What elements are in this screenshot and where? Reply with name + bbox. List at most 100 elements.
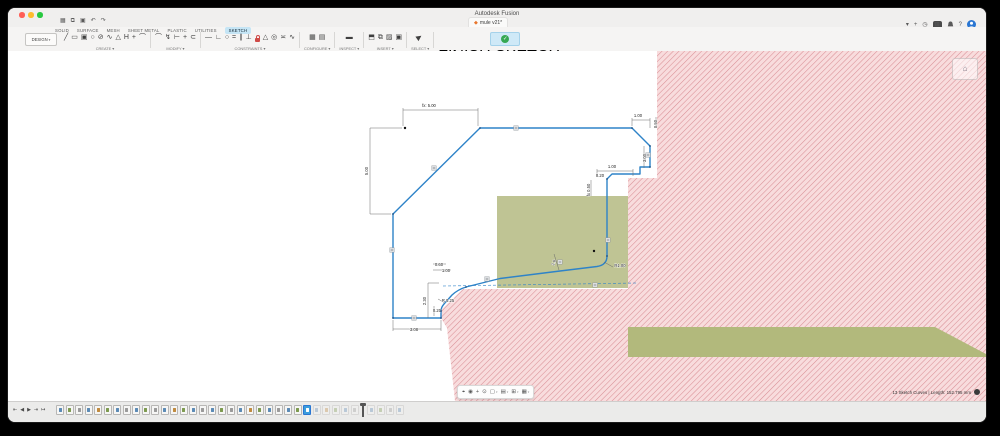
timeline-feature-icon[interactable] bbox=[104, 405, 112, 415]
timeline-feature-icon[interactable] bbox=[377, 405, 385, 415]
timeline-feature-icon[interactable] bbox=[246, 405, 254, 415]
configure-table-icon[interactable]: ▦ bbox=[309, 33, 316, 43]
sketch-point[interactable] bbox=[606, 255, 608, 257]
timeline-feature-icon[interactable] bbox=[341, 405, 349, 415]
timeline-feature-icon[interactable] bbox=[237, 405, 245, 415]
spline-icon[interactable]: ∿ bbox=[107, 33, 113, 43]
sketch-point[interactable] bbox=[440, 317, 442, 319]
timeline-feature-icon[interactable] bbox=[386, 405, 394, 415]
horizontal-vertical-constraint-icon[interactable]: ― bbox=[205, 33, 212, 43]
center-rectangle-icon[interactable]: ▣ bbox=[81, 33, 88, 43]
mirror-icon[interactable]: △ bbox=[115, 33, 120, 43]
timeline-feature-icon[interactable] bbox=[189, 405, 197, 415]
symmetry-constraint-icon[interactable]: ≍ bbox=[280, 33, 286, 43]
timeline-feature-icon[interactable] bbox=[151, 405, 159, 415]
redo-icon[interactable]: ↷ bbox=[101, 18, 106, 25]
dimension-label[interactable]: 3.08 bbox=[410, 327, 419, 332]
group-label-constraints[interactable]: CONSTRAINTS ▾ bbox=[235, 46, 266, 51]
timeline-feature-icon[interactable] bbox=[256, 405, 264, 415]
slot-icon[interactable]: H bbox=[124, 33, 129, 43]
dimension-label[interactable]: 0.50 bbox=[653, 119, 658, 128]
timeline-feature-icon[interactable] bbox=[332, 405, 340, 415]
timeline-feature-icon[interactable] bbox=[303, 405, 311, 415]
timeline-feature-icon[interactable] bbox=[132, 405, 140, 415]
go-to-start-icon[interactable]: ⇤ bbox=[13, 406, 17, 414]
timeline-feature-icon[interactable] bbox=[227, 405, 235, 415]
grid-settings-icon[interactable]: ⊞ bbox=[511, 387, 516, 397]
viewcube[interactable]: ⌂ bbox=[952, 58, 978, 80]
sketch-point[interactable] bbox=[649, 166, 651, 168]
viewport-canvas[interactable]: fx: 5.005.001.000.503.001.000.20fx 0.502… bbox=[8, 51, 986, 401]
timeline-feature-icon[interactable] bbox=[313, 405, 321, 415]
file-icon[interactable]: ⧉ bbox=[71, 18, 75, 25]
chevron-down-icon[interactable]: ▾ bbox=[517, 390, 519, 394]
timeline-feature-icon[interactable] bbox=[275, 405, 283, 415]
curvature-constraint-icon[interactable]: ∿ bbox=[289, 33, 295, 43]
group-label-inspect[interactable]: INSPECT ▾ bbox=[339, 46, 359, 51]
concentric-constraint-icon[interactable]: ◎ bbox=[271, 33, 277, 43]
timeline-feature-icon[interactable] bbox=[123, 405, 131, 415]
timeline-feature-icon[interactable] bbox=[94, 405, 102, 415]
sketch-point[interactable] bbox=[606, 178, 608, 180]
timeline-feature-icon[interactable] bbox=[142, 405, 150, 415]
coincident-constraint-icon[interactable]: ∟ bbox=[215, 33, 222, 43]
dimension-label[interactable]: R1.00 bbox=[614, 263, 626, 268]
sketch-point[interactable] bbox=[649, 145, 651, 147]
dimension-label[interactable]: 1.00 bbox=[608, 164, 617, 169]
dimension-label[interactable]: fx 0.50 bbox=[586, 183, 591, 196]
zoom-icon[interactable]: ⊙ bbox=[482, 387, 487, 397]
timeline-feature-icon[interactable] bbox=[170, 405, 178, 415]
dimension-label[interactable]: 0.60 bbox=[435, 262, 444, 267]
insert-derive-icon[interactable]: ⬒ bbox=[368, 33, 375, 43]
extend-icon[interactable]: ⊢ bbox=[174, 33, 180, 43]
timeline-feature-icon[interactable] bbox=[208, 405, 216, 415]
rectangle-icon[interactable]: ▭ bbox=[71, 33, 78, 43]
timeline-feature-icon[interactable] bbox=[199, 405, 207, 415]
dimension-label[interactable]: 5.00 bbox=[364, 166, 369, 175]
group-label-modify[interactable]: MODIFY ▾ bbox=[166, 46, 184, 51]
dimension-label[interactable]: R 0.25 bbox=[442, 298, 455, 303]
timeline-feature-icon[interactable] bbox=[113, 405, 121, 415]
app-grid-icon[interactable]: ▦ bbox=[60, 18, 66, 25]
timeline-scrubber[interactable] bbox=[362, 404, 364, 417]
dimension-label[interactable]: 0.20 bbox=[596, 173, 605, 178]
fit-icon[interactable]: ▢ bbox=[490, 387, 495, 397]
sketch-fixed-point[interactable] bbox=[593, 250, 595, 252]
timeline-feature-icon[interactable] bbox=[351, 405, 359, 415]
sketch-point[interactable] bbox=[631, 127, 633, 129]
play-icon[interactable]: ▶ bbox=[27, 406, 31, 414]
ellipse-icon[interactable]: ⊘ bbox=[98, 33, 104, 43]
fillet-icon[interactable]: ⌒ bbox=[155, 33, 162, 43]
dimension-label[interactable]: fx: 5.00 bbox=[422, 103, 436, 108]
pan-icon[interactable]: + bbox=[476, 387, 479, 397]
break-icon[interactable]: + bbox=[183, 33, 187, 43]
timeline-feature-icon[interactable] bbox=[367, 405, 375, 415]
timeline-feature-icon[interactable] bbox=[322, 405, 330, 415]
sketch-viewport[interactable]: fx: 5.005.001.000.503.001.000.20fx 0.502… bbox=[8, 51, 986, 401]
display-settings-icon[interactable]: ▤ bbox=[501, 387, 506, 397]
viewports-icon[interactable]: ▦ bbox=[522, 387, 527, 397]
save-icon[interactable]: ▣ bbox=[80, 18, 86, 25]
timeline-feature-icon[interactable] bbox=[265, 405, 273, 415]
timeline-feature-icon[interactable] bbox=[396, 405, 404, 415]
look-at-icon[interactable]: ◉ bbox=[468, 387, 473, 397]
dimension-label[interactable]: 2.30 bbox=[422, 296, 427, 305]
select-cursor-icon[interactable]: ▶ bbox=[415, 32, 425, 43]
go-to-end-icon[interactable]: ↦ bbox=[41, 406, 45, 414]
chevron-down-icon[interactable]: ▾ bbox=[496, 390, 498, 394]
fix-lock-constraint-icon[interactable] bbox=[255, 38, 260, 42]
equal-constraint-icon[interactable]: = bbox=[232, 33, 236, 43]
sketch-point[interactable] bbox=[465, 286, 467, 288]
arc-icon[interactable]: ⌒ bbox=[139, 33, 146, 43]
group-label-insert[interactable]: INSERT ▾ bbox=[377, 46, 394, 51]
timeline-feature-icon[interactable] bbox=[85, 405, 93, 415]
parallel-constraint-icon[interactable]: ∥ bbox=[239, 33, 243, 43]
undo-icon[interactable]: ↶ bbox=[91, 18, 96, 25]
group-label-create[interactable]: CREATE ▾ bbox=[96, 46, 115, 51]
line-icon[interactable]: ╱ bbox=[64, 33, 68, 43]
dimension-label[interactable]: 1.00 bbox=[634, 113, 643, 118]
circle-icon[interactable]: ○ bbox=[90, 33, 94, 43]
point-icon[interactable]: + bbox=[132, 33, 136, 43]
timeline-feature-icon[interactable] bbox=[284, 405, 292, 415]
configuration-icon[interactable]: ▤ bbox=[319, 33, 326, 43]
